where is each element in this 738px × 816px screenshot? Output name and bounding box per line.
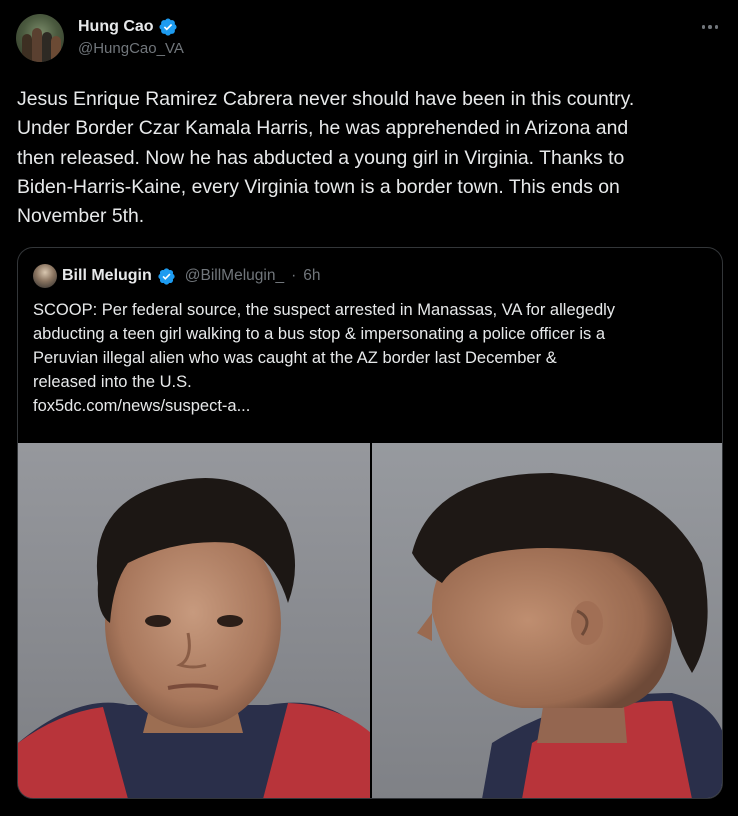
author-name-row: Hung Cao bbox=[78, 16, 178, 38]
more-options-icon[interactable] bbox=[696, 16, 724, 38]
quoted-media[interactable] bbox=[18, 443, 722, 798]
quoted-link[interactable]: fox5dc.com/news/suspect-a... bbox=[33, 394, 713, 418]
quoted-author-handle: @BillMelugin_ bbox=[184, 267, 285, 284]
photo-divider bbox=[370, 443, 371, 798]
dot-separator: · bbox=[291, 267, 297, 284]
quoted-text-line: released into the U.S. bbox=[33, 373, 192, 391]
mugshot-front-photo[interactable] bbox=[18, 443, 370, 798]
mugshot-side-image bbox=[372, 443, 722, 798]
quoted-tweet-time: 6h bbox=[303, 267, 321, 284]
quoted-tweet-card[interactable]: Bill Melugin @BillMelugin_ · 6h SCOOP: P… bbox=[17, 247, 723, 799]
quoted-text-line: abducting a teen girl walking to a bus s… bbox=[33, 325, 606, 343]
quoted-text-line: SCOOP: Per federal source, the suspect a… bbox=[33, 301, 616, 319]
verified-badge-icon bbox=[158, 267, 175, 285]
quoted-tweet-header: Bill Melugin @BillMelugin_ · 6h bbox=[33, 264, 321, 288]
tweet-text: Jesus Enrique Ramirez Cabrera never shou… bbox=[17, 88, 635, 228]
mugshot-side-photo[interactable] bbox=[372, 443, 722, 798]
verified-badge-icon bbox=[159, 18, 177, 36]
author-name[interactable]: Hung Cao bbox=[78, 18, 154, 36]
quoted-author-avatar bbox=[33, 264, 57, 288]
quoted-text-line: Peruvian illegal alien who was caught at… bbox=[33, 349, 557, 367]
author-handle[interactable]: @HungCao_VA bbox=[78, 40, 184, 57]
quoted-tweet-text: SCOOP: Per federal source, the suspect a… bbox=[33, 298, 713, 418]
mugshot-front-image bbox=[18, 443, 370, 798]
author-avatar[interactable] bbox=[16, 14, 64, 62]
quoted-author-name: Bill Melugin bbox=[62, 267, 152, 284]
